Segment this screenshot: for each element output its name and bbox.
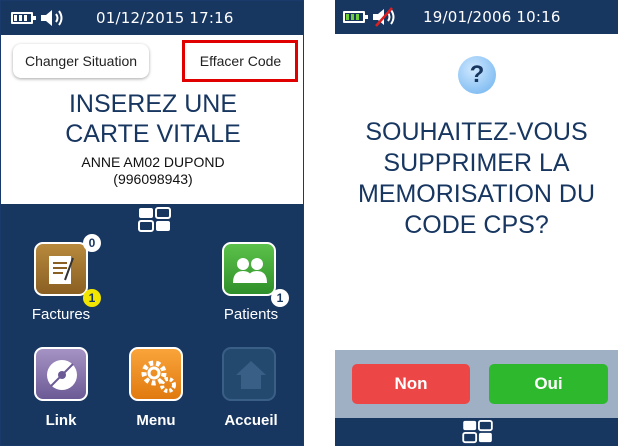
patients-icon	[233, 258, 267, 283]
question-line2: SUPPRIMER LA	[383, 149, 570, 177]
changer-situation-button[interactable]: Changer Situation	[13, 44, 149, 78]
battery-icon	[343, 11, 368, 23]
patients-badge: 1	[271, 289, 289, 307]
insert-card-title-line1: INSEREZ UNE	[68, 90, 238, 118]
left-terminal-screen: 01/12/2015 17:16 Changer Situation Effac…	[0, 0, 304, 446]
insert-card-title-line2: CARTE VITALE	[65, 120, 241, 148]
bottom-bar	[335, 418, 618, 446]
patients-app-button[interactable]	[222, 242, 276, 296]
status-datetime: 19/01/2006 10:16	[423, 8, 561, 26]
status-bar: 01/12/2015 17:16	[1, 1, 303, 35]
speaker-muted-icon[interactable]	[372, 7, 398, 27]
gears-icon	[141, 360, 176, 393]
question-line3: MEMORISATION DU	[357, 180, 596, 208]
factures-badge-bottom: 1	[83, 289, 101, 307]
menu-app-button[interactable]	[129, 347, 183, 401]
accueil-label: Accueil	[224, 412, 278, 429]
app-launcher: 0 1 Factures 1 Patients Link Menu Accuei…	[1, 204, 303, 445]
factures-app-button[interactable]	[34, 242, 88, 296]
card-holder-number: (996098943)	[113, 171, 193, 187]
question-icon: ?	[458, 56, 496, 94]
question-line4: CODE CPS?	[404, 211, 549, 239]
home-icon	[236, 361, 266, 389]
card-holder-name: ANNE AM02 DUPOND	[81, 154, 225, 170]
link-disc-icon	[47, 360, 77, 390]
oui-button[interactable]: Oui	[489, 364, 608, 404]
battery-icon	[11, 12, 36, 24]
right-terminal-screen: 19/01/2006 10:16 ? SOUHAITEZ-VOUS SUPPRI…	[335, 0, 618, 446]
accueil-app-button[interactable]	[222, 347, 276, 401]
link-app-button[interactable]	[34, 347, 88, 401]
factures-badge-top: 0	[83, 234, 101, 252]
speaker-icon[interactable]	[40, 9, 66, 27]
effacer-code-highlight	[182, 40, 298, 82]
non-button[interactable]: Non	[352, 364, 470, 404]
patients-label: Patients	[223, 306, 279, 323]
question-line1: SOUHAITEZ-VOUS	[365, 118, 588, 146]
grid-icon[interactable]	[138, 207, 172, 233]
invoice-icon	[49, 256, 74, 284]
factures-label: Factures	[31, 306, 91, 323]
link-label: Link	[45, 412, 77, 429]
grid-icon[interactable]	[462, 420, 494, 444]
status-datetime: 01/12/2015 17:16	[96, 9, 234, 27]
status-bar: 19/01/2006 10:16	[335, 0, 618, 34]
menu-label: Menu	[136, 412, 176, 429]
confirm-question: SOUHAITEZ-VOUS SUPPRIMER LA MEMORISATION…	[335, 117, 618, 241]
